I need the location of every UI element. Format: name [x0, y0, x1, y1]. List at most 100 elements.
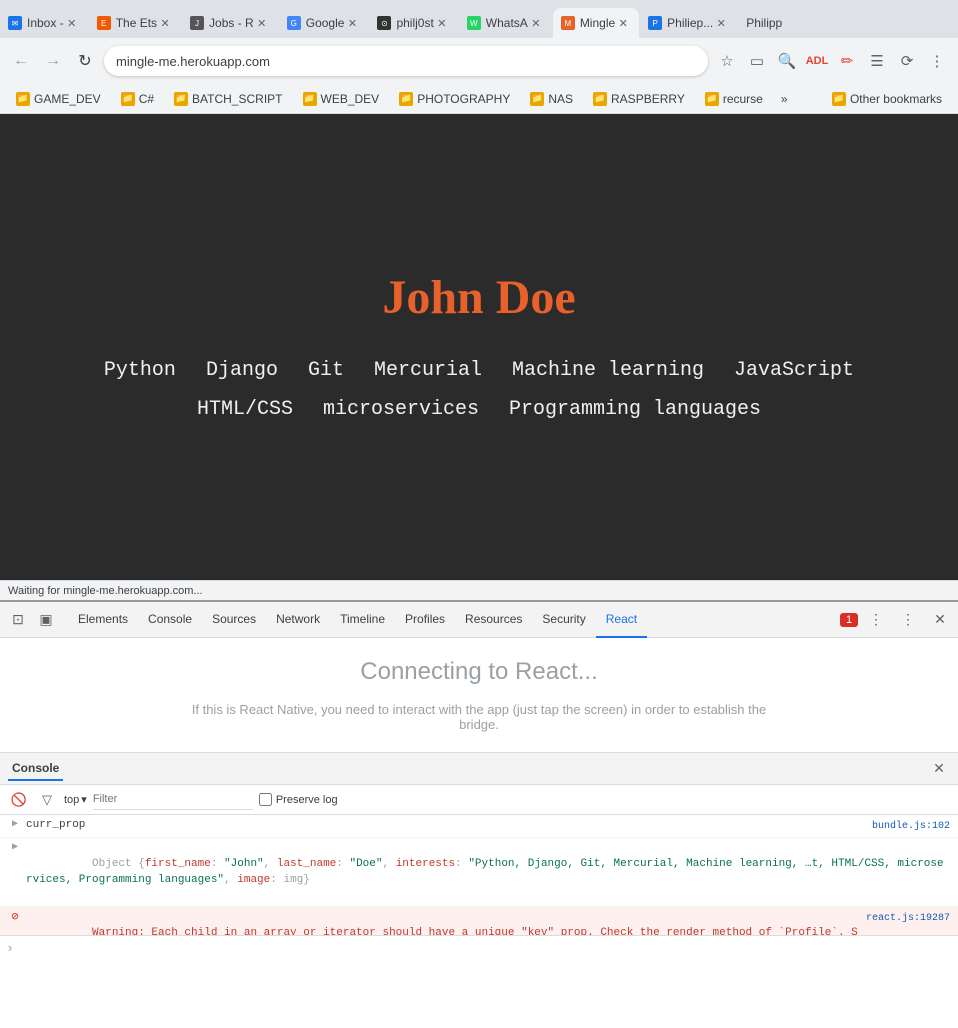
bookmark-other[interactable]: 📁 Other bookmarks — [824, 89, 950, 109]
skill-js: JavaScript — [719, 355, 869, 386]
tab-sources[interactable]: Sources — [202, 602, 266, 638]
chevron-down-icon: ▾ — [81, 793, 87, 806]
draw-icon[interactable]: ✏ — [834, 48, 860, 74]
tab-console[interactable]: Console — [138, 602, 202, 638]
back-button[interactable]: ← — [8, 48, 34, 74]
tab-network[interactable]: Network — [266, 602, 330, 638]
bookmark-web-dev[interactable]: 📁 WEB_DEV — [295, 89, 388, 109]
console-line-text: curr_prop — [26, 817, 864, 833]
other-bookmarks-icon: 📁 — [832, 92, 846, 106]
skill-ml: Machine learning — [497, 355, 719, 386]
tab-close-inbox[interactable]: ✕ — [64, 15, 80, 31]
console-tab-label[interactable]: Console — [8, 757, 63, 781]
tab-close-jobs[interactable]: ✕ — [254, 15, 270, 31]
console-line: ▶ curr_prop bundle.js:102 — [0, 815, 958, 838]
devtools-close-button[interactable]: ✕ — [926, 606, 954, 634]
console-clear-button[interactable]: 🚫 — [8, 789, 30, 811]
skill-python: Python — [89, 355, 191, 386]
bookmark-label-web-dev: WEB_DEV — [321, 92, 380, 106]
tab-close-philipp1[interactable]: ✕ — [713, 15, 729, 31]
bookmark-batch-script[interactable]: 📁 BATCH_SCRIPT — [166, 89, 290, 109]
tab-google[interactable]: G Google ✕ — [279, 8, 369, 38]
bookmark-raspberry[interactable]: 📁 RASPBERRY — [585, 89, 693, 109]
devtools-more-tabs-button[interactable]: ⋮ — [862, 606, 890, 634]
console-line-text: Warning: Each child in an array or itera… — [26, 909, 858, 935]
reader-icon[interactable]: ☰ — [864, 48, 890, 74]
devtools-controls: ⊡ ▣ — [4, 606, 60, 634]
tab-close-whatsapp[interactable]: ✕ — [528, 15, 544, 31]
console-line-source[interactable]: bundle.js:102 — [872, 819, 950, 835]
menu-icon[interactable]: ⋮ — [924, 48, 950, 74]
console-toolbar: 🚫 ▽ top ▾ Preserve log — [0, 785, 958, 815]
bookmark-csharp[interactable]: 📁 C# — [113, 89, 162, 109]
tab-resources[interactable]: Resources — [455, 602, 532, 638]
skill-prog-langs: Programming languages — [494, 394, 776, 425]
tab-elements[interactable]: Elements — [68, 602, 138, 638]
bookmark-game-dev[interactable]: 📁 GAME_DEV — [8, 89, 109, 109]
address-input[interactable] — [104, 46, 708, 76]
folder-icon: 📁 — [593, 92, 607, 106]
bookmark-label-game-dev: GAME_DEV — [34, 92, 101, 106]
bookmark-icon[interactable]: ☆ — [714, 48, 740, 74]
status-bar: Waiting for mingle-me.herokuapp.com... — [0, 580, 958, 600]
console-level-filter[interactable]: top ▾ — [64, 793, 87, 806]
bookmark-label-raspberry: RASPBERRY — [611, 92, 685, 106]
status-text: Waiting for mingle-me.herokuapp.com... — [8, 585, 203, 597]
devtools-right-controls: 1 ⋮ ⋮ ✕ — [840, 606, 954, 634]
tab-react[interactable]: React — [596, 602, 647, 638]
bookmark-nas[interactable]: 📁 NAS — [522, 89, 581, 109]
tab-timeline[interactable]: Timeline — [330, 602, 395, 638]
console-line-error: ⊘ Warning: Each child in an array or ite… — [0, 907, 958, 935]
tab-whatsapp[interactable]: W WhatsA ✕ — [459, 8, 552, 38]
tab-philipp1[interactable]: P Philiep... ✕ — [640, 8, 737, 38]
arrow-icon: ▶ — [8, 818, 22, 832]
tab-title-jobs: Jobs - R — [209, 16, 254, 30]
preserve-log-text: Preserve log — [276, 794, 338, 806]
skill-git: Git — [293, 355, 359, 386]
tab-inbox[interactable]: ✉ Inbox - ✕ — [0, 8, 88, 38]
page-title: John Doe — [382, 270, 575, 325]
tab-etsy[interactable]: E The Ets ✕ — [89, 8, 181, 38]
toolbar-icons: ☆ ▭ 🔍 ADL ✏ ☰ ⟳ ⋮ — [714, 48, 950, 74]
tab-close-etsy[interactable]: ✕ — [157, 15, 173, 31]
preserve-log-checkbox[interactable] — [259, 793, 272, 806]
devtools-toggle-button[interactable]: ▣ — [32, 606, 60, 634]
devtools-tab-bar: ⊡ ▣ Elements Console Sources Network Tim… — [0, 602, 958, 638]
zoom-icon[interactable]: 🔍 — [774, 48, 800, 74]
console-filter-button[interactable]: ▽ — [36, 789, 58, 811]
bookmark-recurse[interactable]: 📁 recurse — [697, 89, 771, 109]
console-filter-text: top — [64, 794, 79, 806]
bookmark-label-nas: NAS — [548, 92, 573, 106]
extension-icon[interactable]: ADL — [804, 48, 830, 74]
bookmark-photography[interactable]: 📁 PHOTOGRAPHY — [391, 89, 518, 109]
tab-close-google[interactable]: ✕ — [344, 15, 360, 31]
tab-jobs[interactable]: J Jobs - R ✕ — [182, 8, 278, 38]
tab-mingle[interactable]: M Mingle ✕ — [553, 8, 639, 38]
bookmarks-more-button[interactable]: » — [775, 89, 794, 109]
console-line-text: Object {first_name: "John", last_name: "… — [26, 840, 950, 904]
preserve-log-label[interactable]: Preserve log — [259, 793, 338, 806]
skills-row-2: HTML/CSS microservices Programming langu… — [182, 394, 776, 425]
tab-profiles[interactable]: Profiles — [395, 602, 455, 638]
bookmark-label-other: Other bookmarks — [850, 92, 942, 106]
console-prompt-input[interactable] — [18, 942, 950, 954]
folder-icon: 📁 — [530, 92, 544, 106]
tab-philipp2[interactable]: Philipp — [738, 8, 798, 38]
devtools-settings-button[interactable]: ⋮ — [894, 606, 922, 634]
tab-favicon-jobs: J — [190, 16, 204, 30]
console-tab-bar: Console ✕ — [0, 753, 958, 785]
tab-bar: ✉ Inbox - ✕ E The Ets ✕ J Jobs - R ✕ G G… — [0, 0, 958, 38]
tab-github[interactable]: ⊙ philj0st ✕ — [369, 8, 457, 38]
console-close-button[interactable]: ✕ — [928, 758, 950, 780]
tab-close-mingle[interactable]: ✕ — [615, 15, 631, 31]
forward-button[interactable]: → — [40, 48, 66, 74]
tab-security[interactable]: Security — [532, 602, 595, 638]
devtools-undock-button[interactable]: ⊡ — [4, 606, 32, 634]
cast-icon[interactable]: ▭ — [744, 48, 770, 74]
console-search-input[interactable] — [93, 790, 253, 810]
console-line-source[interactable]: react.js:19287 — [866, 911, 950, 927]
reload-button[interactable]: ↻ — [72, 48, 98, 74]
tab-close-github[interactable]: ✕ — [434, 15, 450, 31]
sync-icon[interactable]: ⟳ — [894, 48, 920, 74]
skill-django: Django — [191, 355, 293, 386]
